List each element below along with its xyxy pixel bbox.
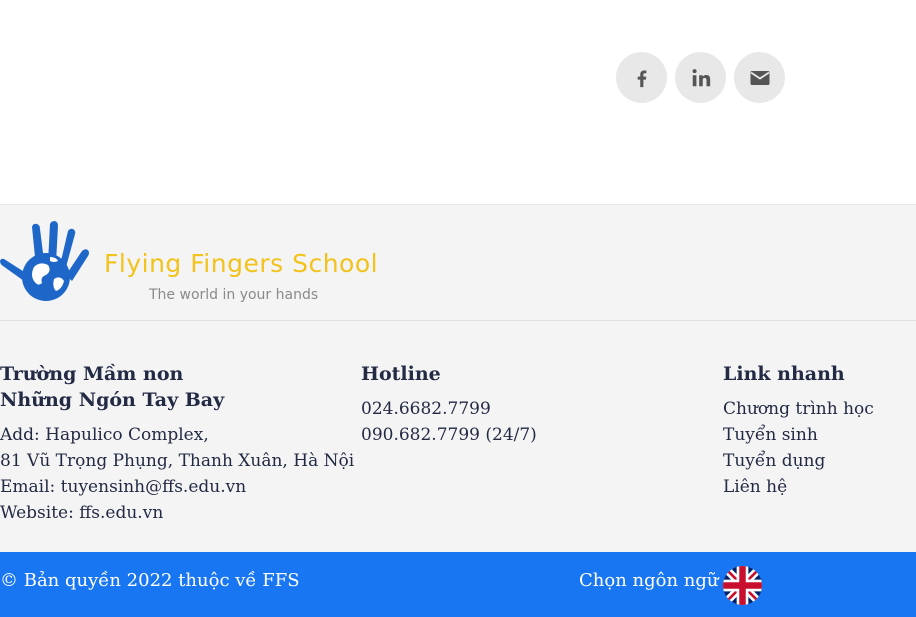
email-icon [750, 70, 769, 85]
school-info-column: Trường Mầm non Những Ngón Tay Bay Add: H… [0, 361, 355, 526]
quick-links-title: Link nhanh [723, 363, 845, 385]
logo-tagline: The world in your hands [149, 287, 319, 303]
copyright-text: © Bản quyền 2022 thuộc về FFS [0, 570, 300, 591]
linkedin-share-button[interactable] [675, 52, 726, 103]
page: Flying Fingers School The world in your … [0, 0, 916, 617]
language-selector[interactable] [723, 566, 762, 605]
share-buttons [616, 52, 785, 103]
quick-links-column: Link nhanh Chương trình học Tuyển sinh T… [723, 361, 916, 500]
hotline-column: Hotline 024.6682.7799 090.682.7799 (24/7… [361, 361, 701, 448]
linkedin-icon [692, 68, 710, 86]
facebook-share-button[interactable] [616, 52, 667, 103]
hotline-title: Hotline [361, 363, 441, 385]
email-link[interactable]: Email: tuyensinh@ffs.edu.vn [0, 474, 340, 500]
school-title-line1: Trường Mầm non [0, 363, 184, 385]
link-programs[interactable]: Chương trình học [723, 396, 916, 422]
footer: Flying Fingers School The world in your … [0, 204, 916, 552]
share-section [0, 0, 916, 204]
link-admissions[interactable]: Tuyển sinh [723, 422, 916, 448]
link-contact[interactable]: Liên hệ [723, 474, 916, 500]
logo-name: Flying Fingers School [104, 249, 379, 278]
hand-globe-icon [0, 221, 89, 301]
address-line2: 81 Vũ Trọng Phụng, Thanh Xuân, Hà Nội [0, 451, 355, 471]
facebook-icon [637, 69, 646, 87]
school-title-line2: Những Ngón Tay Bay [0, 389, 225, 411]
hotline-phone-2[interactable]: 090.682.7799 (24/7) [361, 422, 701, 448]
hotline-phone-1[interactable]: 024.6682.7799 [361, 396, 701, 422]
address-line1: Add: Hapulico Complex, [0, 425, 209, 445]
link-careers[interactable]: Tuyển dụng [723, 448, 916, 474]
school-logo[interactable]: Flying Fingers School The world in your … [0, 221, 378, 305]
language-label: Chọn ngôn ngữ [579, 570, 719, 591]
logo-row: Flying Fingers School The world in your … [0, 221, 916, 321]
email-share-button[interactable] [734, 52, 785, 103]
school-title: Trường Mầm non Những Ngón Tay Bay [0, 361, 340, 413]
bottom-bar: © Bản quyền 2022 thuộc về FFS Chọn ngôn … [0, 552, 916, 617]
website-link[interactable]: Website: ffs.edu.vn [0, 500, 340, 526]
uk-flag-icon [723, 566, 762, 605]
